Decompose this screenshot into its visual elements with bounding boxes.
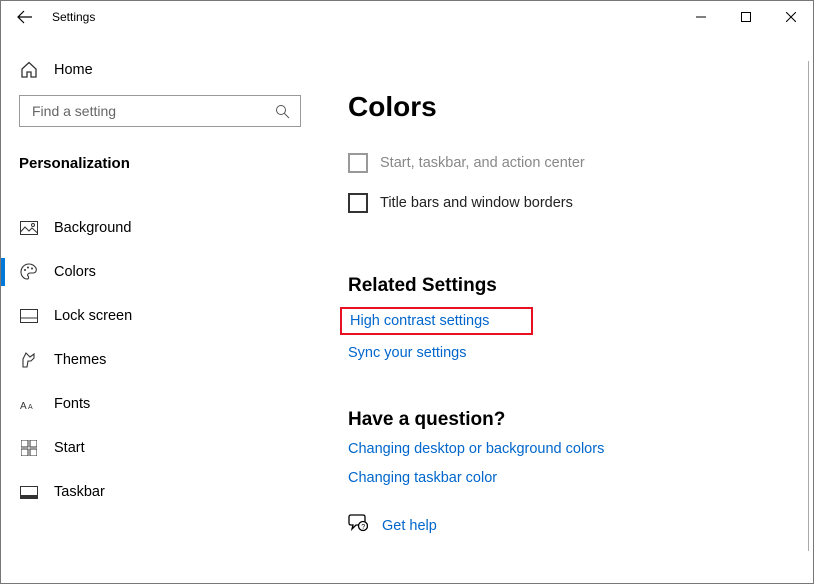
- checkbox-label: Title bars and window borders: [380, 195, 573, 211]
- svg-text:A: A: [28, 404, 33, 411]
- minimize-icon: [696, 12, 706, 22]
- sidebar-item-lock-screen[interactable]: Lock screen: [19, 294, 320, 338]
- fonts-icon: AA: [20, 395, 38, 413]
- svg-text:?: ?: [361, 524, 365, 531]
- svg-text:A: A: [20, 401, 27, 411]
- sidebar-item-label: Background: [54, 220, 131, 236]
- picture-icon: [20, 219, 38, 237]
- close-button[interactable]: [768, 2, 813, 32]
- sidebar-item-label: Fonts: [54, 396, 90, 412]
- home-button[interactable]: Home: [19, 61, 320, 79]
- search-icon: [275, 104, 290, 119]
- sidebar-item-label: Themes: [54, 352, 106, 368]
- close-icon: [786, 12, 796, 22]
- taskbar-icon: [20, 483, 38, 501]
- sidebar-item-label: Colors: [54, 264, 96, 280]
- main-panel: Colors Start, taskbar, and action center…: [320, 61, 809, 551]
- checkbox-row-title-bars: Title bars and window borders: [348, 193, 784, 213]
- search-input[interactable]: [30, 102, 275, 120]
- scrollbar[interactable]: [809, 61, 811, 579]
- maximize-button[interactable]: [723, 2, 768, 32]
- sidebar-item-fonts[interactable]: AA Fonts: [19, 382, 320, 426]
- sidebar-item-label: Start: [54, 440, 85, 456]
- lock-screen-icon: [20, 307, 38, 325]
- checkbox-label: Start, taskbar, and action center: [380, 155, 585, 171]
- highlight-box: High contrast settings: [340, 307, 533, 335]
- sidebar-item-start[interactable]: Start: [19, 426, 320, 470]
- content-area: Home Personalization Background Colors: [1, 33, 813, 583]
- start-icon: [20, 439, 38, 457]
- maximize-icon: [741, 12, 751, 22]
- page-title: Colors: [348, 91, 784, 123]
- settings-window: Settings Home: [0, 0, 814, 584]
- sidebar-item-label: Lock screen: [54, 308, 132, 324]
- related-settings-heading: Related Settings: [348, 275, 784, 297]
- palette-icon: [20, 263, 38, 281]
- minimize-button[interactable]: [678, 2, 723, 32]
- arrow-left-icon: [17, 9, 33, 25]
- window-title: Settings: [52, 10, 95, 24]
- sidebar-item-label: Taskbar: [54, 484, 105, 500]
- link-get-help[interactable]: Get help: [382, 518, 437, 534]
- chat-help-icon: ?: [348, 514, 368, 537]
- link-changing-desktop[interactable]: Changing desktop or background colors: [348, 441, 784, 457]
- sidebar-item-taskbar[interactable]: Taskbar: [19, 470, 320, 514]
- titlebar: Settings: [1, 1, 813, 33]
- get-help-row: ? Get help: [348, 514, 784, 537]
- checkbox-title-bars[interactable]: [348, 193, 368, 213]
- sidebar-heading: Personalization: [19, 155, 320, 172]
- link-sync-settings[interactable]: Sync your settings: [348, 345, 784, 361]
- search-box[interactable]: [19, 95, 301, 127]
- sidebar-item-themes[interactable]: Themes: [19, 338, 320, 382]
- sidebar-item-colors[interactable]: Colors: [19, 250, 320, 294]
- themes-icon: [20, 351, 38, 369]
- question-heading: Have a question?: [348, 409, 784, 431]
- home-icon: [20, 61, 38, 79]
- link-changing-taskbar[interactable]: Changing taskbar color: [348, 470, 784, 486]
- home-label: Home: [54, 62, 93, 78]
- sidebar-item-background[interactable]: Background: [19, 206, 320, 250]
- checkbox-row-start-taskbar: Start, taskbar, and action center: [348, 153, 784, 173]
- sidebar: Home Personalization Background Colors: [1, 33, 320, 583]
- link-high-contrast[interactable]: High contrast settings: [350, 313, 523, 329]
- back-button[interactable]: [15, 7, 35, 27]
- checkbox-start-taskbar: [348, 153, 368, 173]
- window-controls: [678, 2, 813, 32]
